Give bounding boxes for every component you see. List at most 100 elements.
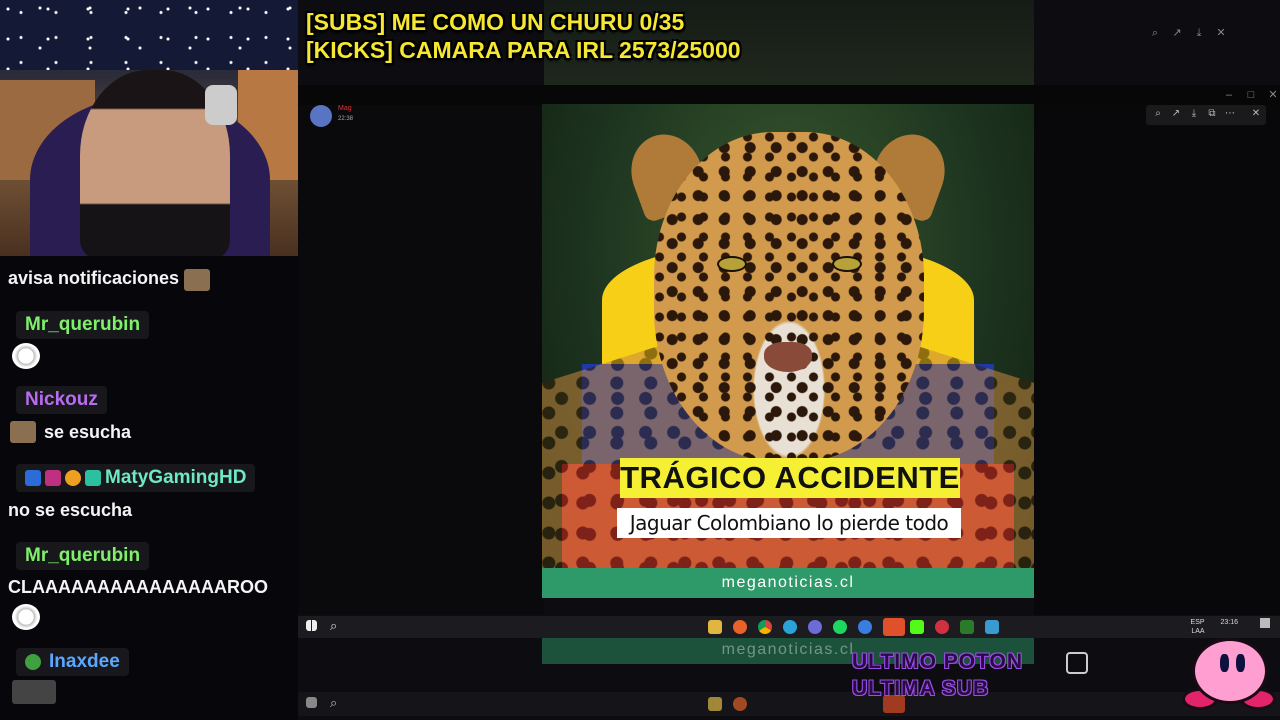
chat-message: Mr_querubin — [0, 311, 150, 339]
badge-icon — [85, 470, 101, 486]
badge-icon — [45, 470, 61, 486]
goal-line-1: ULTIMO POTON — [852, 650, 1024, 673]
folder-icon[interactable] — [708, 620, 722, 634]
chat-message-body — [12, 604, 40, 630]
subhead: Jaguar Colombiano lo pierde todo — [629, 511, 949, 535]
source-label: meganoticias.cl — [721, 574, 855, 591]
search-icon[interactable]: ⌕ — [1148, 26, 1162, 40]
download-icon[interactable]: ⤓ — [1192, 26, 1206, 40]
share-icon[interactable]: ↗ — [1170, 108, 1182, 120]
more-icon[interactable]: ⋯ — [1224, 108, 1236, 120]
source-banner: meganoticias.cl — [542, 568, 1034, 598]
download-icon[interactable]: ⤓ — [1188, 108, 1200, 120]
gift-icon — [1066, 652, 1088, 674]
taskbar-ghost: ⌕ — [298, 692, 1280, 716]
face-emote — [12, 343, 40, 369]
search-icon: ⌕ — [330, 695, 338, 710]
chat-message: Nickouz — [0, 386, 107, 414]
kirby-mascot-icon — [1182, 632, 1276, 714]
badge-icon — [65, 470, 81, 486]
open-external-icon[interactable]: ⧉ — [1206, 108, 1218, 120]
discord-sidebar — [298, 105, 544, 615]
play-icon[interactable] — [960, 620, 974, 634]
avatar[interactable] — [310, 105, 332, 127]
chat-message-body: no se escucha — [0, 500, 132, 521]
chat-message: avisa notificaciones — [0, 268, 210, 291]
kicks-goal-text: [KICKS] CAMARA PARA IRL 2573/25000 — [306, 37, 741, 63]
window-controls: ⌕ ↗ ⤓ ✕ — [1148, 26, 1228, 40]
chat-username[interactable]: Mr_querubin — [16, 542, 150, 570]
goal-line-2: ULTIMA SUB — [852, 677, 990, 700]
webcam-feed — [0, 0, 298, 256]
close-icon[interactable]: ✕ — [1214, 26, 1228, 40]
close-icon[interactable]: ✕ — [1266, 88, 1280, 102]
discord-member-list — [1034, 105, 1280, 615]
share-icon[interactable]: ↗ — [1170, 26, 1184, 40]
jaguar-eye-right — [832, 256, 862, 272]
viewer-window-controls: – □ ✕ — [1222, 88, 1280, 102]
chat-message: MatyGamingHD — [0, 464, 256, 492]
subhead-banner: Jaguar Colombiano lo pierde todo — [617, 508, 961, 538]
obs-active-icon[interactable] — [883, 618, 905, 636]
app-icon[interactable] — [935, 620, 949, 634]
pepe-badge-icon — [25, 654, 41, 670]
firefox-icon — [733, 697, 747, 711]
chat-message: Mr_querubin — [0, 542, 150, 570]
chat-panel: avisa notificaciones Mr_querubin Nickouz… — [0, 256, 298, 720]
jaguar-eye-left — [717, 256, 747, 272]
stream-goal-overlay: [SUBS] ME COMO UN CHURU 0/35 [KICKS] CAM… — [306, 8, 741, 64]
chat-message: Inaxdee — [0, 648, 129, 676]
kirby-eye-left — [1220, 654, 1229, 672]
headline: TRÁGICO ACCIDENTE — [620, 460, 960, 495]
post-username[interactable]: Mag — [338, 105, 352, 112]
folder-icon — [708, 697, 722, 711]
app-icon[interactable] — [985, 620, 999, 634]
language-indicator: ESP — [1190, 619, 1205, 626]
subs-goal-text: [SUBS] ME COMO UN CHURU 0/35 — [306, 9, 685, 35]
spotify-icon[interactable] — [833, 620, 847, 634]
edge-icon[interactable] — [783, 620, 797, 634]
source-label-ghost: meganoticias.cl — [721, 641, 855, 658]
chat-username-wrap[interactable]: MatyGamingHD — [16, 464, 256, 492]
image-viewer-titlebar — [298, 85, 1280, 105]
kirby-body — [1192, 638, 1268, 704]
chat-username: Inaxdee — [49, 651, 120, 672]
windows-start-icon[interactable] — [306, 620, 317, 631]
cat-emote — [10, 421, 36, 443]
firefox-icon[interactable] — [733, 620, 747, 634]
windows-start-icon — [306, 697, 317, 708]
goal-overlay: ULTIMO POTON ULTIMA SUB — [852, 648, 1023, 702]
jaguar-nose — [764, 342, 812, 372]
chat-username[interactable]: Nickouz — [16, 386, 107, 414]
jaguar-head — [654, 132, 924, 462]
chat-message-text: se esucha — [44, 421, 132, 442]
search-icon[interactable]: ⌕ — [330, 619, 344, 633]
app-icon[interactable] — [808, 620, 822, 634]
app-icon[interactable] — [858, 620, 872, 634]
chat-message-text: no se escucha — [8, 500, 133, 520]
taskbar: ⌕ ESP LAA 23:16 — [298, 616, 1280, 638]
notification-icon[interactable] — [1260, 618, 1270, 628]
close-icon[interactable]: ✕ — [1250, 108, 1262, 120]
maximize-icon[interactable]: □ — [1244, 88, 1258, 102]
chat-message-body — [12, 343, 40, 369]
chat-username-wrap[interactable]: Inaxdee — [16, 648, 129, 676]
minimize-icon[interactable]: – — [1222, 88, 1236, 102]
badge-icon — [25, 470, 41, 486]
kirby-eye-right — [1236, 654, 1245, 672]
chat-message-body: CLAAAAAAAAAAAAAAAROO — [0, 577, 268, 598]
chrome-icon[interactable] — [758, 620, 772, 634]
starry-ceiling — [0, 0, 298, 70]
clock: 23:16 — [1220, 619, 1239, 626]
chat-message-body: se esucha — [10, 421, 131, 443]
zoom-icon[interactable]: ⌕ — [1152, 108, 1164, 120]
chat-message-text: CLAAAAAAAAAAAAAAAROO — [8, 577, 268, 597]
kick-icon[interactable] — [910, 620, 924, 634]
cat-emote — [183, 268, 210, 291]
chat-username: MatyGamingHD — [105, 467, 247, 488]
image-emote — [12, 680, 56, 704]
post-timestamp: 22:38 — [338, 116, 354, 122]
chat-message-text: avisa notificaciones — [8, 268, 180, 288]
headset — [205, 85, 237, 125]
chat-username[interactable]: Mr_querubin — [16, 311, 150, 339]
